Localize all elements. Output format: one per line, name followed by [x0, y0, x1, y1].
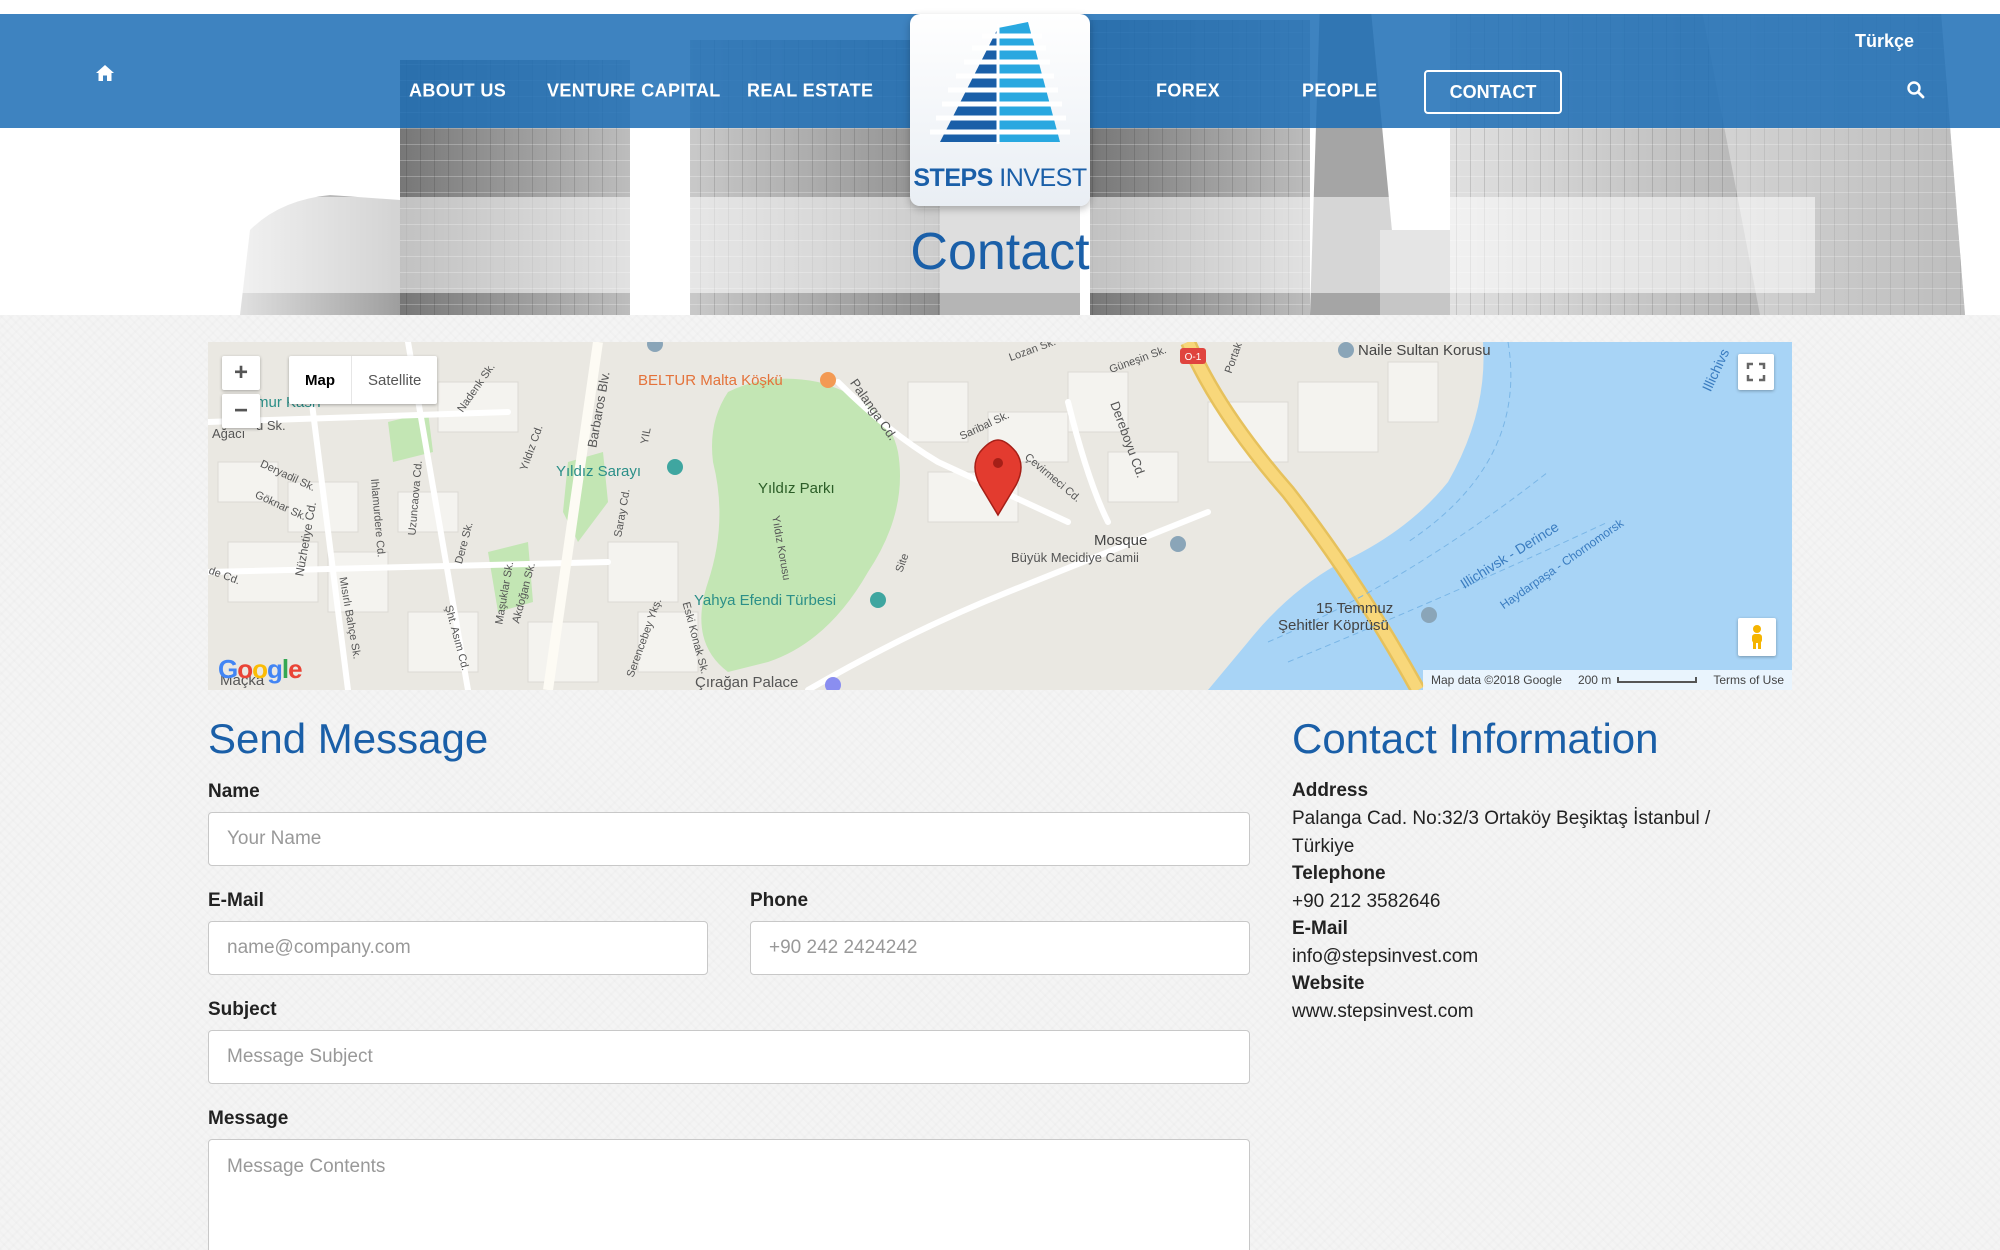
address-line-1: Palanga Cad. No:32/3 Ortaköy Beşiktaş İs…: [1292, 808, 1711, 829]
map-place-bridge-1: 15 Temmuz: [1316, 600, 1394, 617]
terms-of-use-link[interactable]: Terms of Use: [1713, 673, 1784, 687]
map-place-mosque: Mosque: [1094, 532, 1148, 549]
search-icon[interactable]: [1906, 80, 1926, 105]
nav-forex[interactable]: FOREX: [1156, 81, 1220, 102]
telephone-label: Telephone: [1292, 863, 1386, 884]
map-attribution: Map data ©2018 Google 200 m Terms of Use: [1423, 670, 1792, 690]
svg-text:O-1: O-1: [1185, 352, 1202, 363]
steps-invest-logo[interactable]: STEPS INVEST: [910, 14, 1090, 206]
top-strip: [0, 0, 2000, 14]
telephone-value[interactable]: +90 212 3582646: [1292, 888, 1440, 916]
map-type-map-button[interactable]: Map: [289, 356, 351, 404]
zoom-out-button[interactable]: −: [222, 394, 260, 428]
map-scale: 200 m: [1578, 673, 1698, 687]
email-input[interactable]: name@company.com: [208, 921, 708, 975]
map-place-agaci: Ağacı: [212, 426, 246, 441]
map-place-naile: Naile Sultan Korusu: [1358, 342, 1491, 359]
map-type-control: Map Satellite: [289, 356, 438, 404]
subject-label: Subject: [208, 999, 277, 1020]
logo-wordmark: STEPS INVEST: [913, 164, 1087, 192]
google-map[interactable]: O-1 BELTUR Malta Köşkü Yıldız Sarayı Yıl…: [208, 342, 1792, 690]
message-textarea[interactable]: Message Contents: [208, 1139, 1250, 1250]
name-label: Name: [208, 781, 260, 802]
street-view-pegman-icon[interactable]: [1738, 618, 1776, 656]
map-place-beltur: BELTUR Malta Köşkü: [638, 372, 783, 389]
google-logo: Google: [218, 654, 303, 684]
map-place-su-sk: u Sk.: [256, 418, 286, 433]
nav-people[interactable]: PEOPLE: [1302, 81, 1377, 102]
nav-about-us[interactable]: ABOUT US: [409, 81, 506, 102]
website-value[interactable]: www.stepsinvest.com: [1292, 998, 1474, 1026]
map-place-buyuk-mecidiye: Büyük Mecidiye Camii: [1011, 550, 1139, 565]
map-place-yildiz-parki: Yıldız Parkı: [758, 480, 835, 497]
fullscreen-icon[interactable]: [1738, 354, 1774, 390]
address-line-2: Türkiye: [1292, 836, 1355, 857]
building-logo-icon: [930, 22, 1070, 144]
map-place-yahya: Yahya Efendi Türbesi: [694, 592, 837, 609]
map-data-text: Map data ©2018 Google: [1431, 673, 1562, 687]
home-icon[interactable]: [95, 64, 115, 87]
phone-label: Phone: [750, 890, 809, 911]
address-label: Address: [1292, 780, 1369, 801]
email-value[interactable]: info@stepsinvest.com: [1292, 943, 1478, 971]
nav-venture-capital[interactable]: VENTURE CAPITAL: [547, 81, 721, 102]
website-label: Website: [1292, 973, 1365, 994]
map-place-ciragan: Çırağan Palace: [695, 674, 799, 690]
email-label: E-Mail: [208, 890, 264, 911]
contact-information-title: Contact Information: [1292, 715, 1659, 762]
subject-input[interactable]: Message Subject: [208, 1030, 1250, 1084]
map-type-satellite-button[interactable]: Satellite: [351, 356, 437, 404]
email-info-label: E-Mail: [1292, 918, 1348, 939]
language-switch[interactable]: Türkçe: [1855, 31, 1914, 52]
map-tiles: O-1: [208, 342, 1792, 690]
message-label: Message: [208, 1108, 289, 1129]
map-place-bridge-2: Şehitler Köprüsü: [1278, 617, 1389, 634]
zoom-in-button[interactable]: +: [222, 356, 260, 390]
map-place-yildiz-sarayi: Yıldız Sarayı: [556, 463, 642, 480]
nav-contact[interactable]: CONTACT: [1424, 70, 1562, 114]
page-title: Contact: [910, 223, 1090, 281]
phone-input[interactable]: +90 242 2424242: [750, 921, 1250, 975]
name-input[interactable]: Your Name: [208, 812, 1250, 866]
send-message-title: Send Message: [208, 715, 489, 762]
nav-real-estate[interactable]: REAL ESTATE: [747, 81, 873, 102]
